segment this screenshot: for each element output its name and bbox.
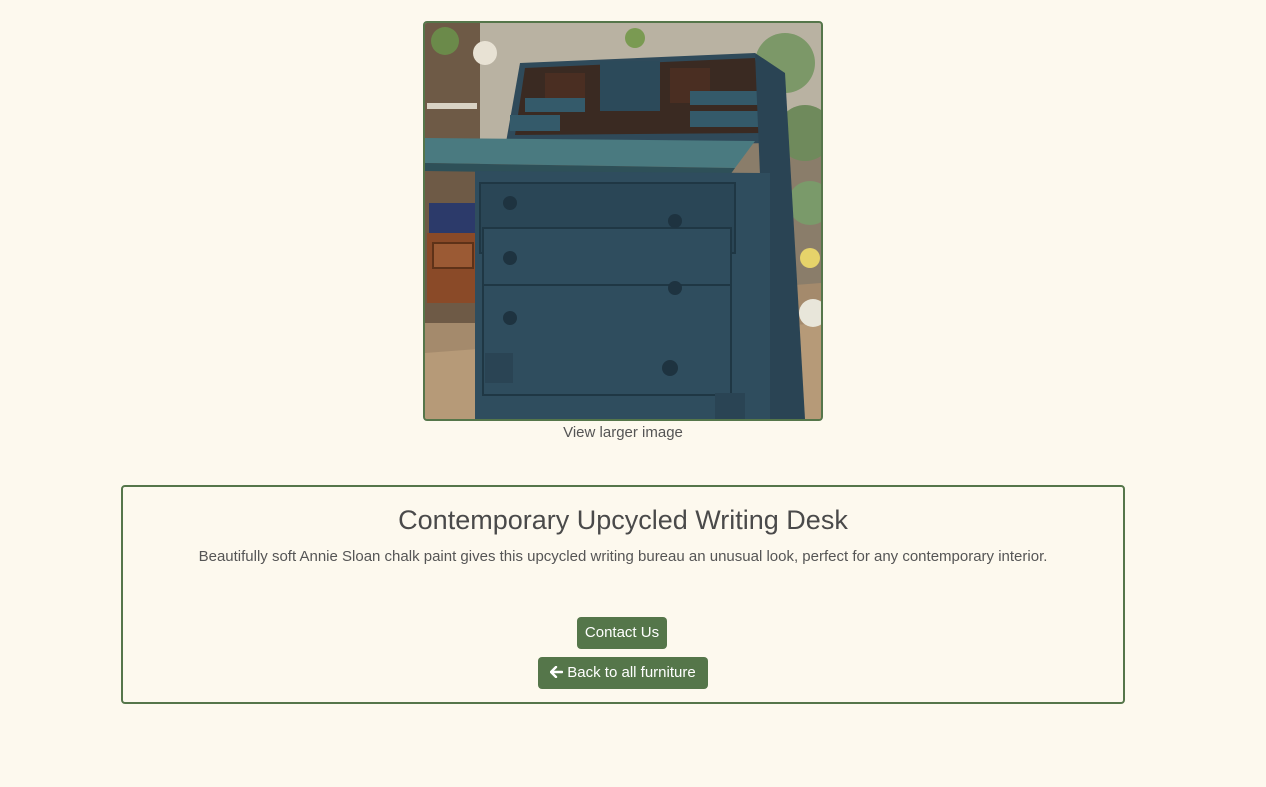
product-image[interactable] (423, 21, 823, 421)
desk-photo-illustration (425, 23, 821, 419)
product-title: Contemporary Upcycled Writing Desk (398, 505, 848, 535)
product-page: View larger image Contemporary Upcycled … (0, 0, 1266, 787)
arrow-left-icon (550, 657, 564, 689)
view-larger-image-link[interactable]: View larger image (423, 424, 823, 441)
back-to-furniture-button[interactable]: Back to all furniture (538, 657, 708, 689)
back-button-label: Back to all furniture (567, 664, 696, 681)
contact-us-button[interactable]: Contact Us (577, 617, 667, 649)
product-details-card: Contemporary Upcycled Writing Desk Beaut… (121, 485, 1125, 704)
product-description: Beautifully soft Annie Sloan chalk paint… (198, 548, 1048, 565)
